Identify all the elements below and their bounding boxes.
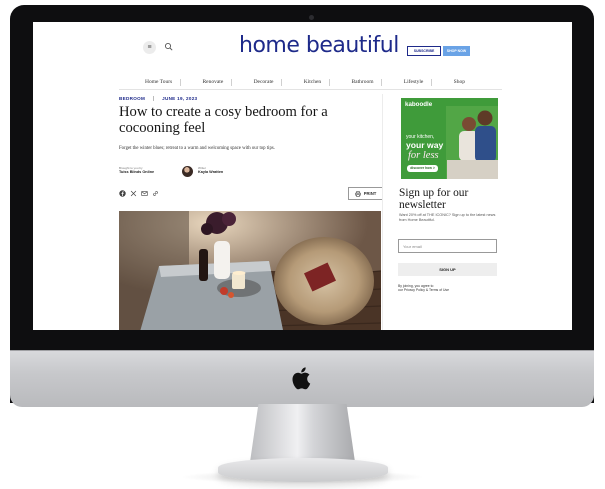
advertisement-banner[interactable]: kaboodle your kitchen, your way for less… — [401, 98, 498, 179]
nav-item-renovate[interactable]: Renovate — [202, 78, 233, 86]
apple-logo-icon — [292, 367, 311, 390]
share-row — [119, 190, 159, 197]
meta-divider — [153, 96, 155, 101]
author-byline: Writer Kayla Wratten — [198, 166, 223, 175]
newsletter-description: Want 20% off at THE ICONIC? Sign up to t… — [399, 213, 496, 222]
nav-item-bathroom[interactable]: Bathroom — [351, 78, 383, 86]
x-icon[interactable] — [130, 190, 137, 197]
nav-divider — [180, 78, 182, 86]
nav-divider — [431, 78, 433, 86]
shop-now-button[interactable]: SHOP NOW — [443, 46, 470, 56]
ad-headline-3: for less — [408, 150, 439, 161]
article-headline: How to create a cosy bedroom for a cocoo… — [119, 104, 328, 136]
article-meta: BEDROOM JUNE 19, 2023 — [119, 96, 197, 101]
search-icon[interactable] — [163, 41, 175, 53]
subscribe-button[interactable]: SUBSCRIBE — [407, 46, 441, 56]
category-link[interactable]: BEDROOM — [119, 96, 145, 101]
article-standfirst: Forget the winter blues; retreat to a wa… — [119, 146, 275, 151]
nav-divider — [231, 78, 233, 86]
imac-stand-neck — [250, 404, 355, 462]
browser-screen: ≡ home beautiful SUBSCRIBE SHOP NOW Home… — [33, 22, 572, 330]
sidebar-divider — [382, 94, 383, 330]
publish-date: JUNE 19, 2023 — [162, 96, 198, 101]
sponsor-name[interactable]: Tuiss Blinds Online — [119, 170, 154, 175]
menu-icon[interactable]: ≡ — [143, 41, 156, 54]
nav-item-lifestyle[interactable]: Lifestyle — [404, 78, 433, 86]
hero-image-bedroom — [119, 211, 381, 330]
sign-up-button[interactable]: SIGN UP — [398, 263, 497, 276]
nav-item-shop[interactable]: Shop — [454, 79, 465, 85]
ad-brand-logo: kaboodle — [405, 101, 433, 108]
nav-divider-line — [119, 89, 502, 90]
nav-item-decorate[interactable]: Decorate — [254, 78, 283, 86]
site-logo[interactable]: home beautiful — [239, 33, 399, 58]
link-icon[interactable] — [152, 190, 159, 197]
terms-link[interactable]: our Privacy Policy & Terms of Use — [398, 288, 498, 292]
author-avatar — [182, 166, 193, 177]
email-field[interactable] — [398, 239, 497, 253]
terms-text: By joining, you agree to our Privacy Pol… — [398, 284, 498, 293]
print-button[interactable]: PRINT — [348, 187, 383, 200]
newsletter-title: Sign up for our newsletter — [399, 187, 469, 211]
article-column: BEDROOM JUNE 19, 2023 How to create a co… — [119, 94, 383, 330]
sponsor-byline: Brought to you by Tuiss Blinds Online — [119, 166, 154, 175]
nav-item-kitchen[interactable]: Kitchen — [304, 78, 331, 86]
nav-divider — [281, 78, 283, 86]
email-icon[interactable] — [141, 190, 148, 197]
nav-divider — [329, 78, 331, 86]
nav-divider — [381, 78, 383, 86]
facebook-icon[interactable] — [119, 190, 126, 197]
imac-stand-foot — [218, 458, 388, 482]
ad-cta-button[interactable]: discover how > — [407, 165, 438, 172]
printer-icon — [355, 190, 361, 197]
camera-dot — [309, 15, 314, 20]
print-label: PRINT — [363, 191, 377, 196]
main-nav: Home Tours Renovate Decorate Kitchen Bat… — [145, 77, 465, 87]
nav-item-home-tours[interactable]: Home Tours — [145, 78, 182, 86]
ad-headline-2: your way — [406, 140, 444, 150]
writer-name[interactable]: Kayla Wratten — [198, 170, 223, 175]
